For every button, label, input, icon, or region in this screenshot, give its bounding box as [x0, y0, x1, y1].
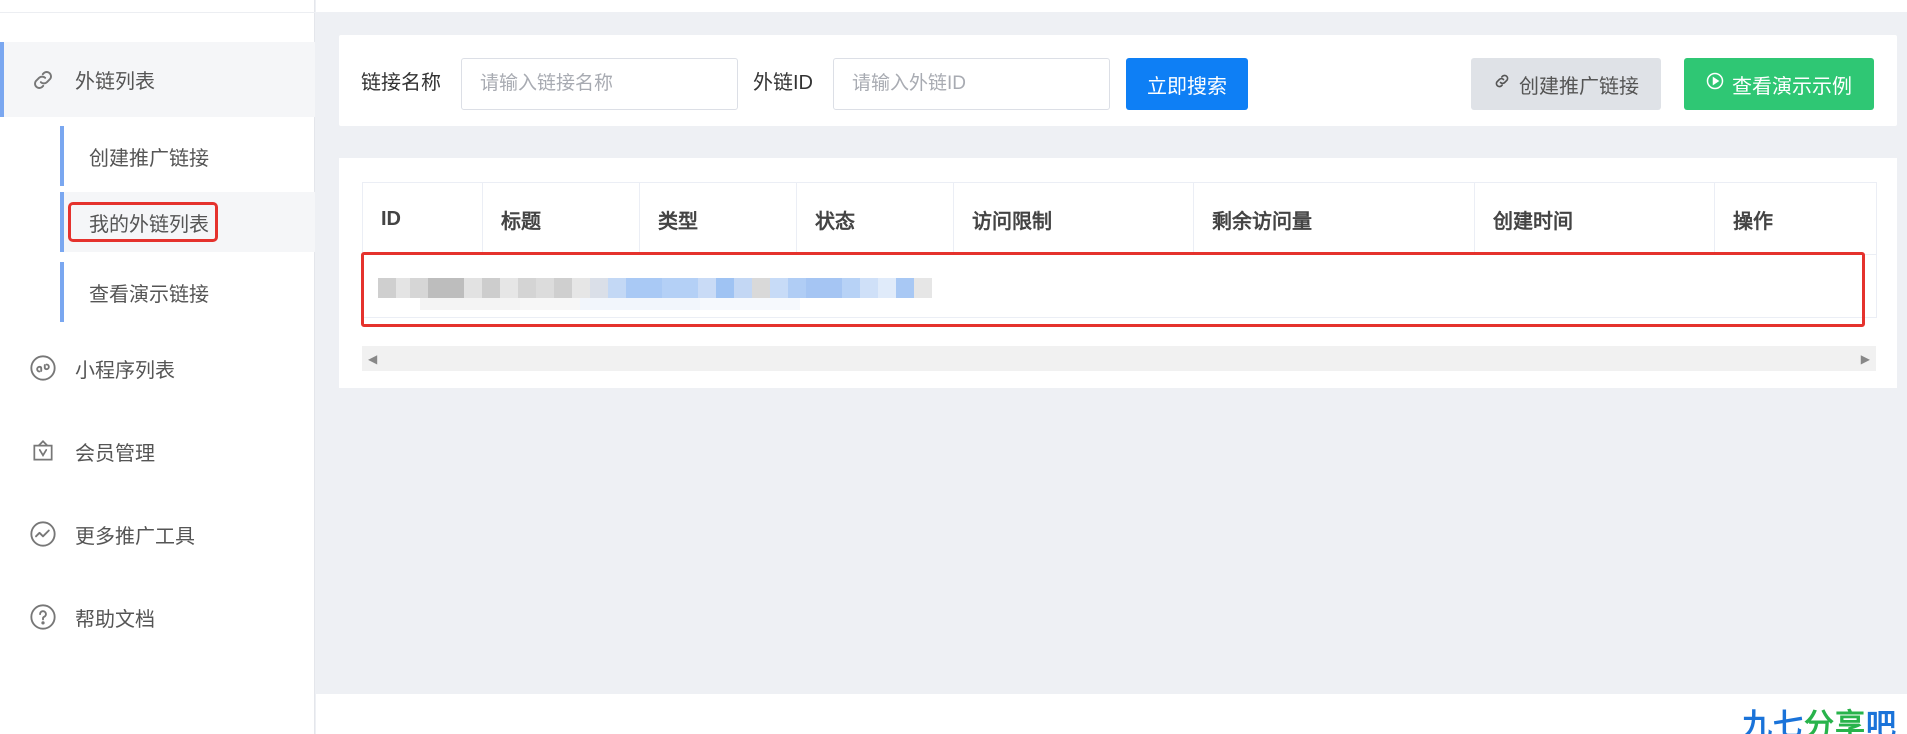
search-button[interactable]: 立即搜索: [1126, 58, 1248, 110]
search-button-label: 立即搜索: [1147, 75, 1227, 98]
column-header-actions: 操作: [1733, 210, 1773, 233]
sidebar-item-miniprogram[interactable]: 小程序列表: [0, 338, 315, 398]
sidebar-item-label: 小程序列表: [75, 359, 175, 382]
sidebar: 外链列表 创建推广链接 我的外链列表 查看演示链接 小程序列表 会员管理 更多推…: [0, 0, 315, 734]
horizontal-scrollbar[interactable]: ◀ ▶: [362, 346, 1876, 371]
sidebar-item-members[interactable]: 会员管理: [0, 421, 315, 481]
view-demo-button[interactable]: 查看演示示例: [1684, 58, 1874, 110]
sidebar-item-label: 帮助文档: [75, 608, 155, 631]
row-highlight-box: [361, 252, 1865, 327]
link-name-input[interactable]: [461, 58, 738, 110]
link-id-label: 外链ID: [753, 72, 813, 94]
submenu-label: 我的外链列表: [68, 202, 218, 242]
help-icon: [29, 603, 57, 631]
submenu-label: 查看演示链接: [89, 283, 209, 306]
sidebar-item-label: 更多推广工具: [75, 525, 195, 548]
active-indicator: [0, 42, 4, 117]
vip-bag-icon: [29, 437, 57, 465]
link-icon: [29, 66, 57, 94]
column-header-type: 类型: [640, 183, 797, 255]
top-strip: [316, 0, 1907, 12]
create-link-button[interactable]: 创建推广链接: [1471, 58, 1661, 110]
footer: [316, 694, 1907, 734]
column-header-title: 标题: [483, 183, 640, 255]
watermark-logo: 九七分享吧: [1742, 700, 1897, 734]
scroll-left-arrow-icon[interactable]: ◀: [368, 352, 377, 366]
submenu-label: 创建推广链接: [89, 147, 209, 170]
submenu-demo-links[interactable]: 查看演示链接: [60, 262, 315, 322]
create-link-button-label: 创建推广链接: [1519, 75, 1639, 98]
sidebar-item-label: 会员管理: [75, 442, 155, 465]
view-demo-button-label: 查看演示示例: [1732, 75, 1852, 98]
column-header-access-limit: 访问限制: [954, 183, 1194, 255]
divider: [0, 12, 315, 13]
search-card: 链接名称 外链ID 立即搜索 创建推广链接 查看演示示例: [339, 35, 1897, 126]
link-id-input[interactable]: [833, 58, 1110, 110]
submenu-create-link[interactable]: 创建推广链接: [60, 126, 315, 186]
table-header: ID 标题 类型 状态 访问限制 剩余访问量 创建时间 操作: [363, 183, 1876, 255]
link-icon: [1493, 72, 1511, 96]
column-header-id: ID: [363, 183, 483, 255]
scroll-right-arrow-icon[interactable]: ▶: [1861, 352, 1870, 366]
sidebar-item-link-list[interactable]: 外链列表: [0, 42, 315, 117]
watermark-part3: 吧: [1866, 709, 1897, 734]
column-header-remaining-visits: 剩余访问量: [1194, 183, 1475, 255]
submenu-my-links[interactable]: 我的外链列表: [60, 192, 315, 252]
link-name-label: 链接名称: [361, 72, 441, 94]
column-header-created-time: 创建时间: [1475, 183, 1715, 255]
sidebar-item-label: 外链列表: [75, 71, 155, 93]
play-circle-icon: [1706, 72, 1724, 96]
sidebar-item-promo-tools[interactable]: 更多推广工具: [0, 504, 315, 564]
miniprogram-icon: [29, 354, 57, 382]
watermark-part2: 分享: [1804, 709, 1866, 734]
watermark-part1: 九七: [1742, 709, 1804, 734]
sidebar-item-help[interactable]: 帮助文档: [0, 587, 315, 647]
column-header-status: 状态: [797, 183, 954, 255]
trend-icon: [29, 520, 57, 548]
